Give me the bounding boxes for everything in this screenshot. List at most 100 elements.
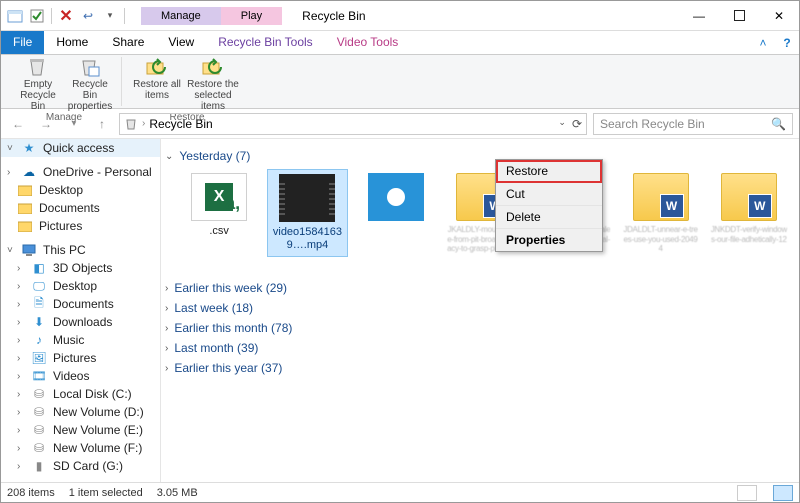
maximize-button[interactable] [719,2,759,30]
3d-objects-item[interactable]: ›◧3D Objects [1,259,160,277]
folder-word-icon [721,173,777,221]
group-last-month[interactable]: ›Last month (39) [165,341,789,355]
desktop-item[interactable]: ›🖵Desktop [1,277,160,295]
group-yesterday[interactable]: ⌄Yesterday (7) [165,149,789,163]
undo-icon[interactable]: ↩ [80,8,96,24]
onedrive-pictures-item[interactable]: Pictures [1,217,160,235]
ribbon-tabs: File Home Share View Recycle Bin Tools V… [1,31,799,55]
folder-icon [17,183,33,197]
item-count: 208 items [7,487,55,499]
navigation-pane: ˅★Quick access ›☁OneDrive - Personal Des… [1,139,161,482]
tab-file[interactable]: File [1,31,44,54]
content-pane[interactable]: ⌄Yesterday (7) a,.csv video15841639….mp4… [161,139,799,482]
file-item-folder[interactable]: JNKDDT-verify-windows-our-file-adhetical… [709,169,789,257]
documents-item[interactable]: ›🗎Documents [1,295,160,313]
breadcrumb[interactable]: Recycle Bin [149,117,212,131]
music-icon: ♪ [31,333,47,347]
sd-icon: ▮ [31,459,47,473]
restore-selected-button[interactable]: Restore the selected items [184,57,242,112]
menu-restore[interactable]: Restore [496,160,602,183]
empty-label: Empty Recycle Bin [13,79,63,112]
menu-cut[interactable]: Cut [496,183,602,206]
title-bar: ✕ ↩ ▾ Manage Play Recycle Bin — ✕ [1,1,799,31]
menu-delete[interactable]: Delete [496,206,602,229]
properties-icon[interactable] [29,8,45,24]
thumbnails-view-button[interactable] [773,485,793,501]
group-earlier-year[interactable]: ›Earlier this year (37) [165,361,789,375]
recycle-bin-properties-button[interactable]: Recycle Bin properties [65,57,115,112]
onedrive-item[interactable]: ›☁OneDrive - Personal [1,163,160,181]
videos-item[interactable]: ›🎞Videos [1,367,160,385]
pictures-icon: 🖼 [31,351,47,365]
empty-recycle-bin-button[interactable]: Empty Recycle Bin [13,57,63,112]
up-button[interactable]: ↑ [91,113,113,135]
app-icon [7,8,23,24]
onedrive-documents-item[interactable]: Documents [1,199,160,217]
qat-separator [51,8,52,24]
file-grid: a,.csv video15841639….mp4 JKALDLY-mouse-… [179,169,789,257]
qat-customize-icon[interactable]: ▾ [102,8,118,24]
group-earlier-week[interactable]: ›Earlier this week (29) [165,281,789,295]
props-label: Recycle Bin properties [65,79,115,112]
restore-all-label: Restore all items [132,79,182,101]
refresh-icon[interactable]: ⟳ [572,117,582,131]
address-bar[interactable]: › Recycle Bin ⌄ ⟳ [119,113,587,135]
file-item-csv[interactable]: a,.csv [179,169,259,257]
music-item[interactable]: ›♪Music [1,331,160,349]
volume-d-item[interactable]: ›⛁New Volume (D:) [1,403,160,421]
search-input[interactable]: Search Recycle Bin 🔍 [593,113,793,135]
minimize-button[interactable]: — [679,2,719,30]
restore-sel-icon [201,57,225,77]
pictures-item[interactable]: ›🖼Pictures [1,349,160,367]
video-thumbnail [279,174,335,222]
play-context-tab[interactable]: Play [221,7,282,25]
file-item-folder[interactable]: JDALDLT-unnear-e-trees-use-you-used-2049… [620,169,700,257]
ribbon-group-restore: Restore all items Restore the selected i… [126,57,248,106]
window-title: Recycle Bin [282,9,679,23]
qat-separator [124,8,125,24]
context-menu: Restore Cut Delete Properties [495,159,603,252]
tab-home[interactable]: Home [44,31,100,54]
search-icon: 🔍 [771,117,786,131]
details-view-button[interactable] [737,485,757,501]
excel-icon: a, [191,173,247,221]
onedrive-desktop-item[interactable]: Desktop [1,181,160,199]
dropdown-icon[interactable]: ⌄ [558,117,566,131]
quick-access-item[interactable]: ˅★Quick access [1,139,160,157]
drive-icon: ⛁ [31,405,47,419]
help-icon[interactable]: ? [775,31,799,54]
tab-share[interactable]: Share [100,31,156,54]
chevron-right-icon[interactable]: › [142,118,145,129]
local-disk-c-item[interactable]: ›⛁Local Disk (C:) [1,385,160,403]
quick-access-toolbar: ✕ ↩ ▾ [1,8,131,24]
recent-locations-button[interactable]: ▾ [63,113,85,135]
forward-button[interactable]: → [35,113,57,135]
volume-e-item[interactable]: ›⛁New Volume (E:) [1,421,160,439]
restore-sel-label: Restore the selected items [184,79,242,112]
close-button[interactable]: ✕ [759,2,799,30]
chevron-right-icon: › [165,283,168,294]
group-earlier-month[interactable]: ›Earlier this month (78) [165,321,789,335]
star-icon: ★ [21,141,37,155]
menu-properties[interactable]: Properties [496,229,602,251]
ribbon-expand-icon[interactable]: ˄ [751,31,775,54]
tab-video-tools[interactable]: Video Tools [325,31,411,54]
delete-icon[interactable]: ✕ [58,8,74,24]
chevron-right-icon: › [165,303,168,314]
volume-f-item[interactable]: ›⛁New Volume (F:) [1,439,160,457]
chevron-right-icon: › [165,343,168,354]
tab-recycle-bin-tools[interactable]: Recycle Bin Tools [206,31,325,54]
restore-all-button[interactable]: Restore all items [132,57,182,112]
file-item-contact[interactable] [356,169,436,257]
folder-icon [17,201,33,215]
manage-context-tab[interactable]: Manage [141,7,221,25]
downloads-item[interactable]: ›⬇Downloads [1,313,160,331]
back-button[interactable]: ← [7,113,29,135]
tab-view[interactable]: View [156,31,206,54]
this-pc-item[interactable]: ˅This PC [1,241,160,259]
ribbon-body: Empty Recycle Bin Recycle Bin properties… [1,55,799,109]
file-item-video[interactable]: video15841639….mp4 [267,169,347,257]
downloads-icon: ⬇ [31,315,47,329]
group-last-week[interactable]: ›Last week (18) [165,301,789,315]
sd-card-item[interactable]: ›▮SD Card (G:) [1,457,160,475]
